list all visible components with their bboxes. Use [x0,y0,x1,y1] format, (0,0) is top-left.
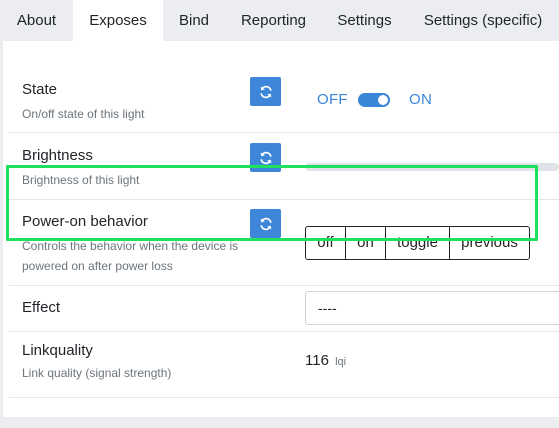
tab-settings-specific[interactable]: Settings (specific) [407,0,559,41]
state-off-label: OFF [317,91,348,108]
brightness-title: Brightness [22,147,93,164]
power-on-highlight-box [6,165,538,241]
tab-exposes[interactable]: Exposes [73,0,163,41]
linkquality-description: Link quality (signal strength) [22,366,172,380]
effect-title: Effect [22,299,61,316]
state-toggle-switch[interactable] [358,93,390,107]
tab-about[interactable]: About [0,0,73,41]
state-description: On/off state of this light [22,107,145,121]
refresh-icon [259,85,272,98]
state-refresh-button[interactable] [250,77,281,106]
tab-reporting[interactable]: Reporting [225,0,322,41]
linkquality-unit: lqi [335,356,347,368]
linkquality-value: 116 [305,352,329,369]
tab-settings[interactable]: Settings [322,0,407,41]
switch-knob [378,95,388,105]
state-on-label: ON [409,91,433,108]
refresh-icon [259,151,272,164]
linkquality-value-wrap: 116 lqi [305,352,346,369]
row-divider [9,331,559,332]
tab-bar: About Exposes Bind Reporting Settings Se… [0,0,559,41]
row-divider [9,285,559,286]
linkquality-title: Linkquality [22,342,93,359]
row-divider [9,397,559,398]
row-divider [9,132,559,133]
power-on-behavior-description: Controls the behavior when the device is… [22,239,239,273]
state-title: State [22,81,58,98]
tab-bind[interactable]: Bind [163,0,225,41]
effect-select[interactable]: ---- [305,291,559,325]
